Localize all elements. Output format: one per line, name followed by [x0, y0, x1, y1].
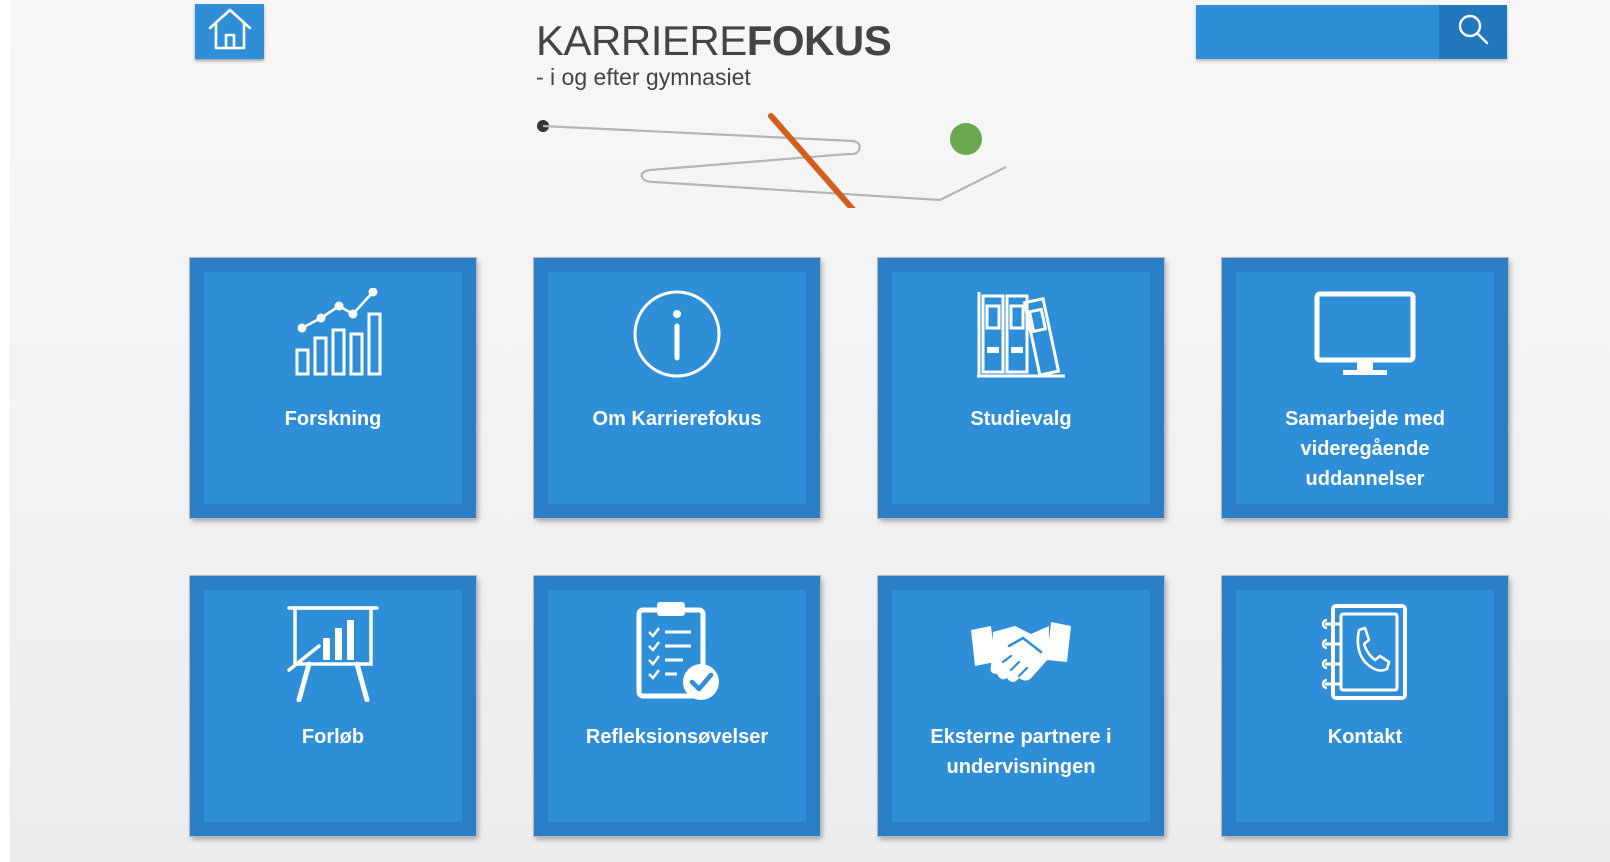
home-button[interactable] — [195, 4, 264, 59]
presentation-board-icon — [204, 606, 462, 702]
growth-chart-icon — [204, 288, 462, 380]
logo-path-graphic — [537, 113, 1007, 208]
home-icon — [206, 6, 254, 57]
logo-title-bold: FOKUS — [746, 17, 892, 64]
tile-label: Samarbejde med videregående uddannelser — [1284, 408, 1446, 490]
logo-title-light: KARRIERE — [536, 17, 747, 64]
tile-eksterne-partnere[interactable]: Eksterne partnere i undervisningen — [878, 576, 1164, 836]
tile-label: Kontakt — [1327, 726, 1403, 748]
logo-title: KARRIEREFOKUS — [536, 17, 892, 64]
tile-refleksionsoevelser[interactable]: Refleksionsøvelser — [534, 576, 820, 836]
page: KARRIEREFOKUS - i og efter gymnasiet For… — [0, 0, 1610, 862]
tile-label: Eksterne partnere i undervisningen — [930, 726, 1112, 778]
search-icon — [1455, 12, 1491, 53]
monitor-icon — [1236, 288, 1494, 380]
tile-label: Om Karrierefokus — [592, 408, 762, 430]
tile-label: Forløb — [301, 726, 365, 748]
address-book-phone-icon — [1236, 604, 1494, 700]
tile-studievalg[interactable]: Studievalg — [878, 258, 1164, 518]
checklist-clipboard-icon — [548, 602, 806, 700]
tile-om-karrierefokus[interactable]: Om Karrierefokus — [534, 258, 820, 518]
search-button[interactable] — [1439, 5, 1507, 59]
tile-label: Refleksionsøvelser — [585, 726, 769, 748]
info-icon — [548, 288, 806, 380]
tile-kontakt[interactable]: Kontakt — [1222, 576, 1508, 836]
tile-label: Studievalg — [970, 408, 1072, 430]
tile-forloeb[interactable]: Forløb — [190, 576, 476, 836]
site-logo[interactable]: KARRIEREFOKUS - i og efter gymnasiet — [530, 18, 1010, 208]
left-edge-strip — [0, 0, 10, 862]
handshake-icon — [892, 606, 1150, 698]
tile-forskning[interactable]: Forskning — [190, 258, 476, 518]
logo-tagline: - i og efter gymnasiet — [536, 64, 751, 90]
tile-samarbejde[interactable]: Samarbejde med videregående uddannelser — [1222, 258, 1508, 518]
search-box — [1196, 5, 1507, 59]
tile-label: Forskning — [284, 408, 382, 430]
search-input[interactable] — [1196, 5, 1436, 59]
binders-icon — [892, 288, 1150, 380]
